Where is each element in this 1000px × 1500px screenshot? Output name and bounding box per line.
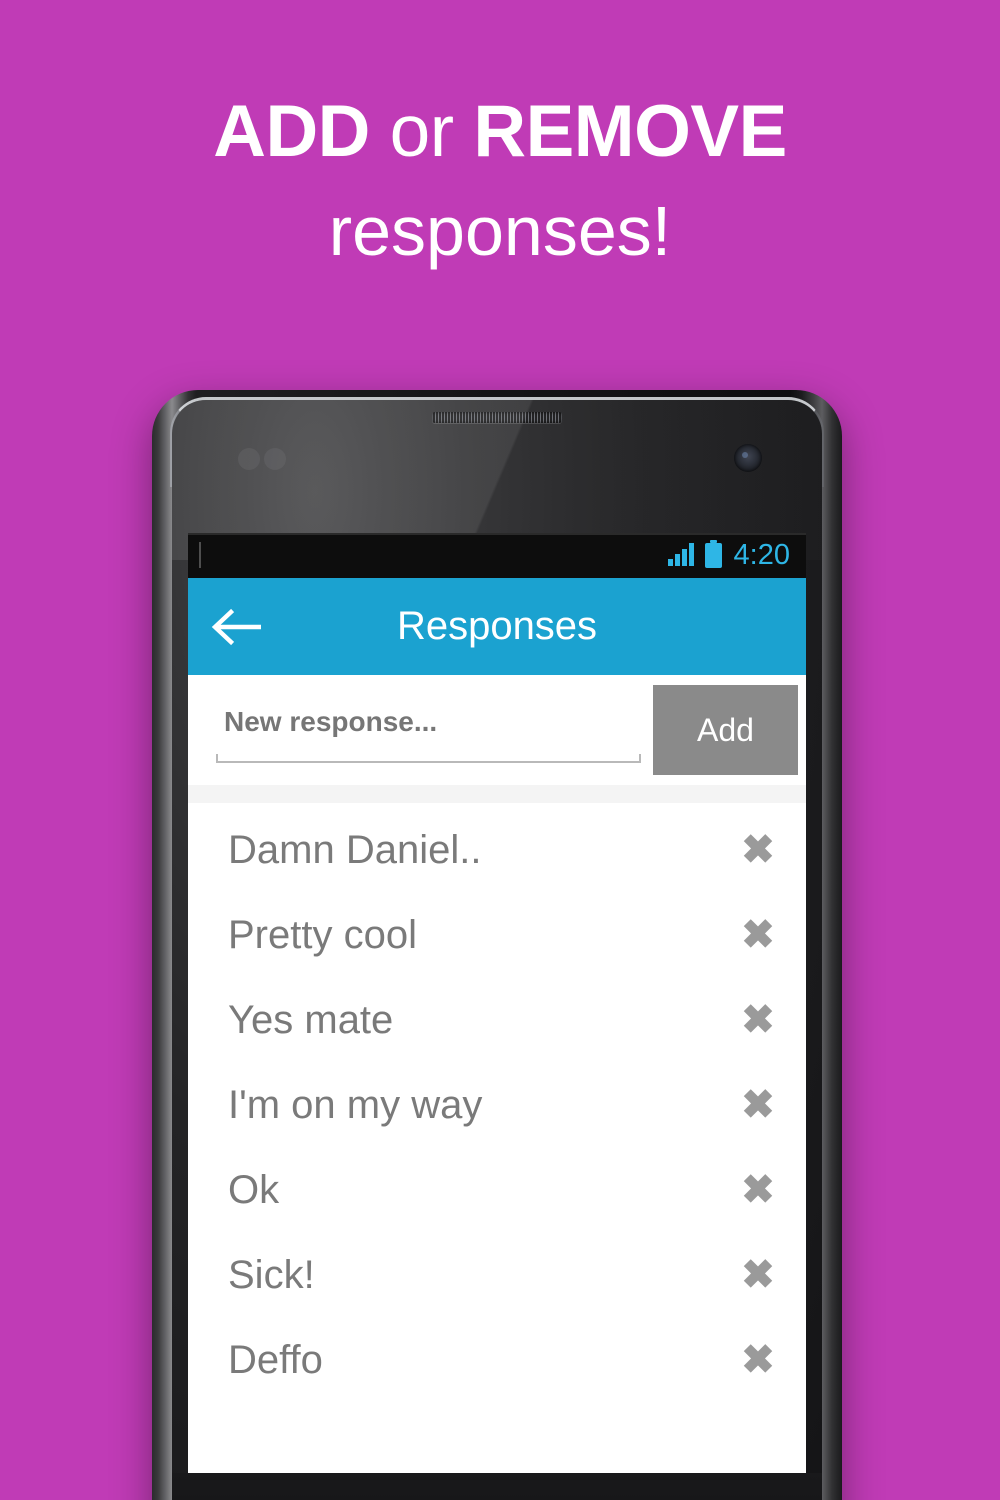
- speaker-grille-icon: [432, 412, 562, 423]
- new-response-field-wrapper: [198, 685, 653, 775]
- signal-bars-icon: [667, 542, 694, 568]
- new-response-row: Add: [188, 675, 806, 785]
- new-response-input[interactable]: [224, 706, 653, 754]
- close-x-icon[interactable]: ✖: [710, 1255, 806, 1295]
- promo-headline-remove: REMOVE: [473, 91, 787, 172]
- list-item[interactable]: Damn Daniel.. ✖: [188, 807, 806, 892]
- close-x-icon[interactable]: ✖: [710, 1340, 806, 1380]
- input-underline: [216, 754, 641, 763]
- close-x-icon[interactable]: ✖: [710, 1000, 806, 1040]
- status-bar: 4:20: [188, 533, 806, 578]
- response-label: I'm on my way: [228, 1082, 483, 1127]
- list-item[interactable]: Deffo ✖: [188, 1317, 806, 1402]
- promo-headline-add: ADD: [213, 91, 370, 172]
- close-x-icon[interactable]: ✖: [710, 915, 806, 955]
- response-label: Damn Daniel..: [228, 827, 482, 872]
- response-label: Deffo: [228, 1337, 323, 1382]
- add-button[interactable]: Add: [653, 685, 798, 775]
- status-bar-clock: 4:20: [733, 539, 790, 571]
- close-x-icon[interactable]: ✖: [710, 1085, 806, 1125]
- close-x-icon[interactable]: ✖: [710, 830, 806, 870]
- list-item[interactable]: Yes mate ✖: [188, 977, 806, 1062]
- phone-device: 4:20 Responses Add: [152, 390, 842, 1500]
- proximity-sensor-icon: [238, 448, 260, 470]
- back-button[interactable]: [188, 578, 284, 675]
- promo-headline: ADD or REMOVE responses!: [0, 95, 1000, 266]
- phone-screen: 4:20 Responses Add: [188, 533, 806, 1473]
- response-label: Sick!: [228, 1252, 315, 1297]
- response-label: Pretty cool: [228, 912, 417, 957]
- list-item[interactable]: Ok ✖: [188, 1147, 806, 1232]
- back-arrow-icon: [211, 608, 261, 645]
- close-x-icon[interactable]: ✖: [710, 1170, 806, 1210]
- battery-full-icon: [704, 540, 722, 568]
- response-label: Ok: [228, 1167, 280, 1212]
- phone-chin: [172, 1473, 822, 1500]
- status-bar-tick: [199, 542, 201, 568]
- promo-headline-line-1: ADD or REMOVE: [0, 95, 1000, 168]
- response-label: Yes mate: [228, 997, 394, 1042]
- promo-headline-connector: or: [369, 91, 474, 172]
- section-divider: [188, 785, 806, 803]
- list-item[interactable]: Pretty cool ✖: [188, 892, 806, 977]
- app-bar: Responses: [188, 578, 806, 675]
- list-item[interactable]: Sick! ✖: [188, 1232, 806, 1317]
- promo-headline-line-2: responses!: [328, 192, 672, 270]
- list-item[interactable]: I'm on my way ✖: [188, 1062, 806, 1147]
- front-camera-icon: [734, 444, 762, 472]
- promo-screenshot: ADD or REMOVE responses! 4:20 Responses …: [0, 0, 1000, 1500]
- ambient-light-sensor-icon: [264, 448, 286, 470]
- response-list: Damn Daniel.. ✖ Pretty cool ✖ Yes mate ✖…: [188, 803, 806, 1402]
